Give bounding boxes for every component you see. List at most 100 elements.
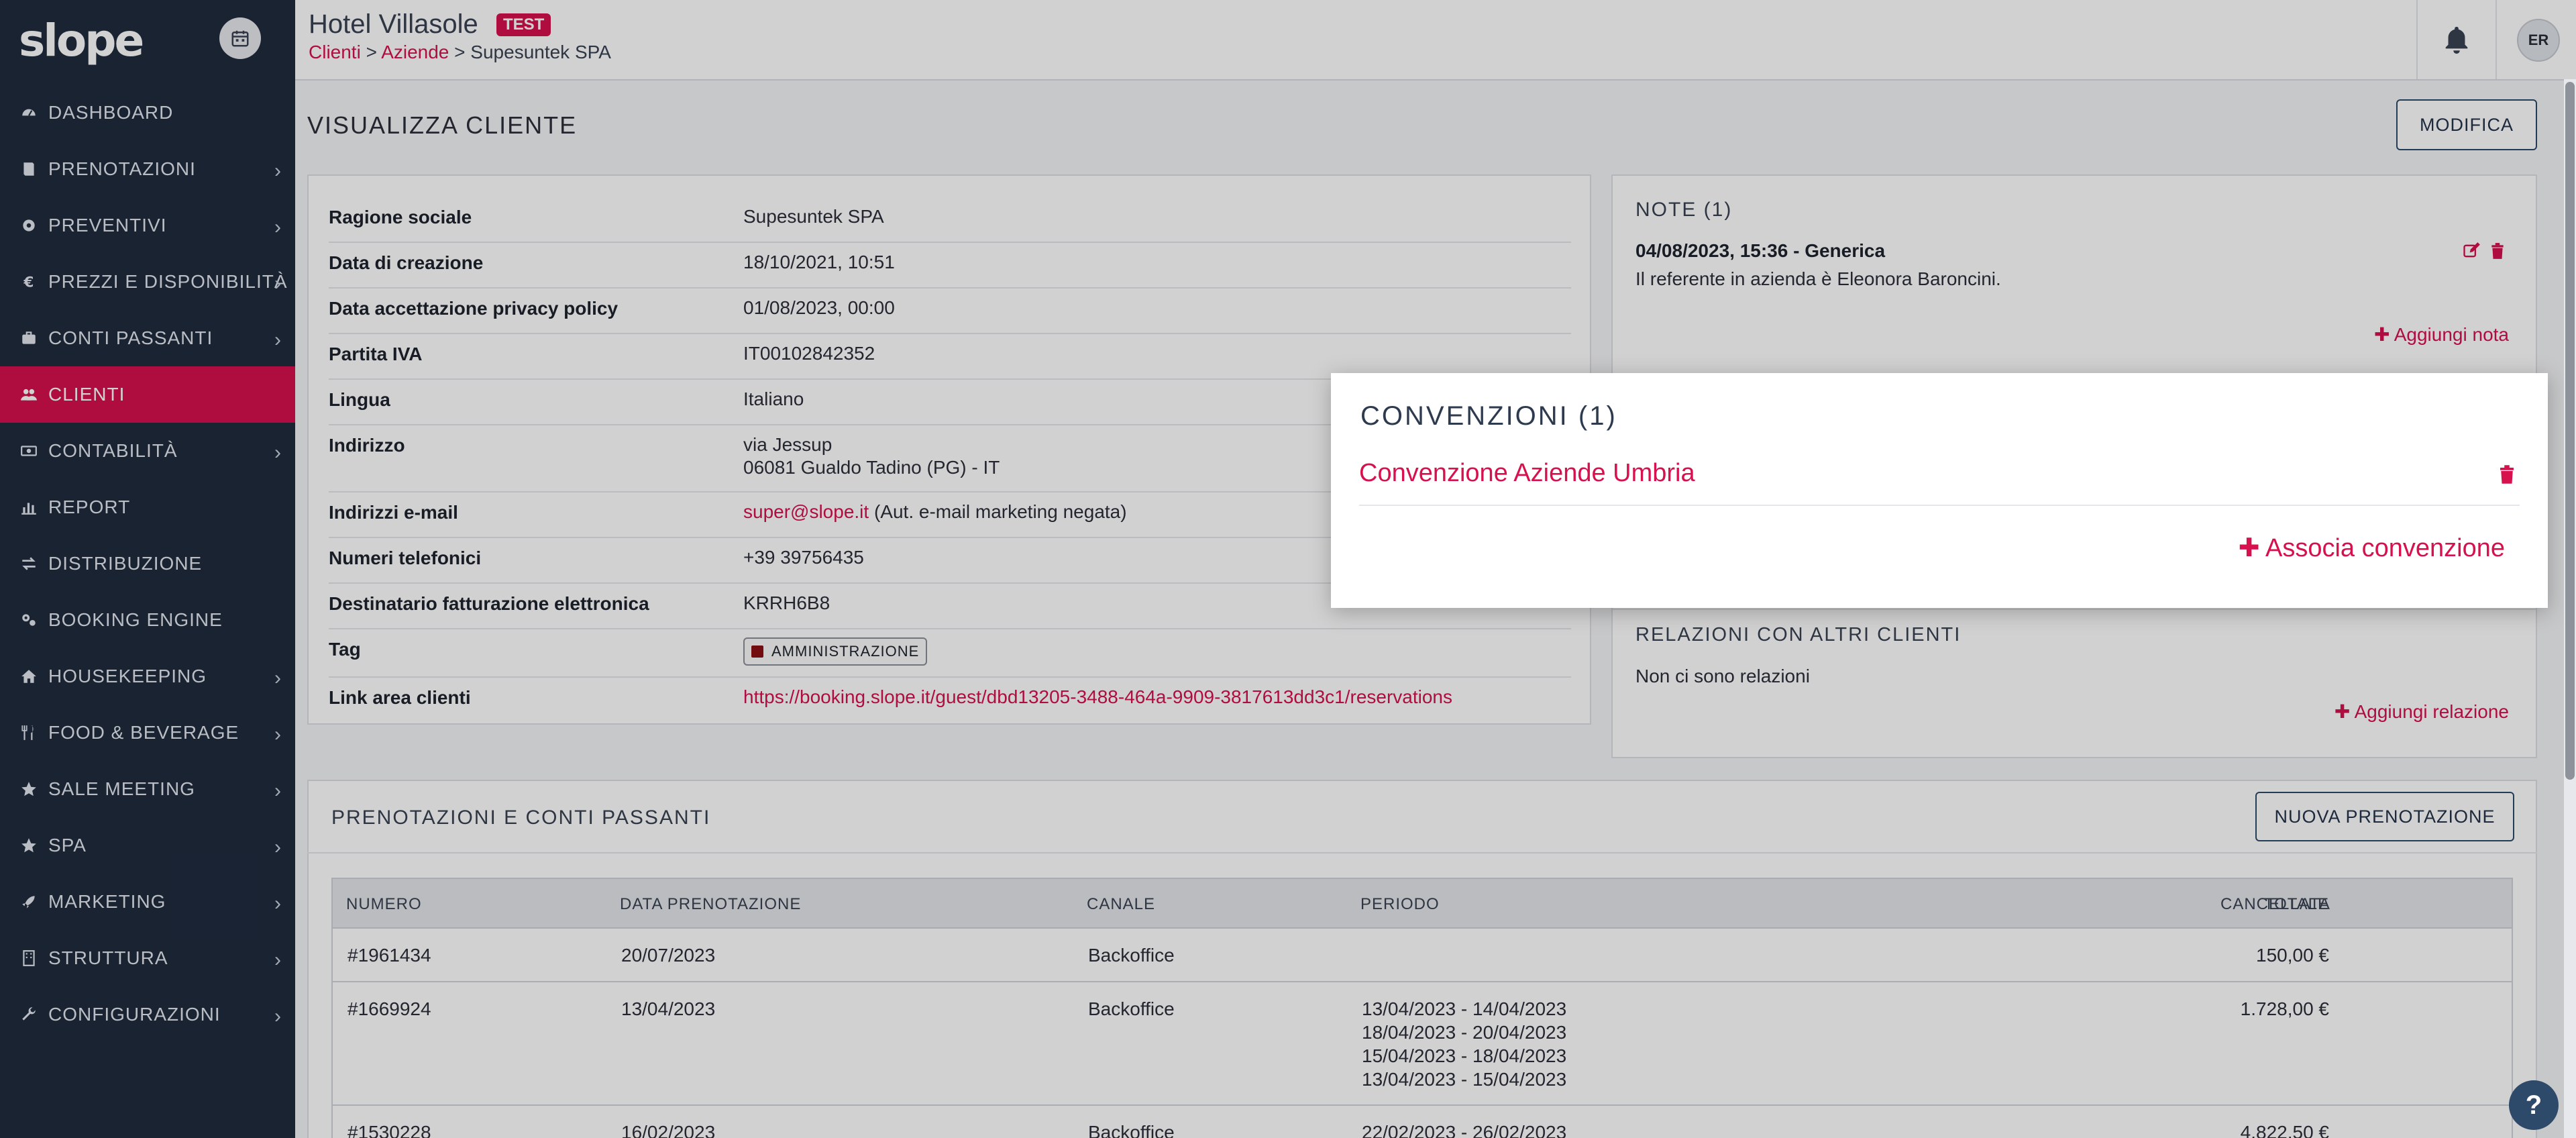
breadcrumb-aziende[interactable]: Aziende [381, 42, 449, 62]
booking-channel: Backoffice [1088, 945, 1175, 966]
add-note-label: Aggiungi nota [2394, 324, 2509, 345]
client-info-row: Data accettazione privacy policy 01/08/20… [329, 289, 1571, 334]
conventions-popover: CONVENZIONI (1) Convenzione Aziende Umbr… [1331, 373, 2548, 608]
svg-text:€: € [23, 274, 34, 291]
sidebar-item-food-beverage[interactable]: FOOD & BEVERAGE › [0, 705, 295, 761]
client-info-label: Partita IVA [329, 344, 423, 364]
sidebar-item-clienti[interactable]: CLIENTI [0, 366, 295, 423]
booking-number-link[interactable]: #1669924 [347, 997, 431, 1021]
booking-period: 18/04/2023 - 20/04/2023 [1362, 1022, 1567, 1043]
new-booking-button[interactable]: NUOVA PRENOTAZIONE [2255, 792, 2514, 841]
add-note-link[interactable]: ✚ Aggiungi nota [2374, 323, 2509, 346]
col-data-prenotazione[interactable]: DATA PRENOTAZIONE [620, 895, 801, 914]
sidebar: slope DASHBOARD PRENOTAZIONI › PREVENTIVI › €… [0, 0, 295, 1138]
sidebar-item-prenotazioni[interactable]: PRENOTAZIONI › [0, 141, 295, 197]
slope-logo[interactable]: slope [19, 15, 144, 66]
sidebar-item-booking-engine[interactable]: BOOKING ENGINE [0, 592, 295, 648]
scrollbar-thumb[interactable] [2565, 82, 2575, 780]
add-convention-link[interactable]: ✚ Associa convenzione [2239, 533, 2505, 563]
client-info-value: 18/10/2021, 10:51 [743, 252, 895, 272]
sidebar-item-dashboard[interactable]: DASHBOARD [0, 85, 295, 141]
user-avatar[interactable]: ER [2517, 19, 2560, 62]
help-button[interactable]: ? [2509, 1080, 2559, 1130]
convention-link[interactable]: Convenzione Aziende Umbria [1359, 459, 1695, 488]
breadcrumb-clienti[interactable]: Clienti [309, 42, 361, 62]
sidebar-item-struttura[interactable]: STRUTTURA › [0, 930, 295, 986]
sidebar-item-prezzi-e-disponibilit[interactable]: € PREZZI E DISPONIBILITÀ › [0, 254, 295, 310]
client-info-label: Indirizzi e-mail [329, 502, 458, 523]
client-info-row: Tag AMMINISTRAZIONE [329, 629, 1571, 678]
client-info-value: +39 39756435 [743, 547, 864, 568]
logo-row: slope [0, 0, 295, 81]
chevron-right-icon: › [274, 442, 282, 464]
bar-chart-icon [19, 497, 39, 517]
sidebar-item-preventivi[interactable]: PREVENTIVI › [0, 197, 295, 254]
booking-total: 150,00 € [2256, 945, 2329, 966]
sidebar-item-sale-meeting[interactable]: SALE MEETING › [0, 761, 295, 817]
email-link[interactable]: super@slope.it [743, 501, 869, 522]
chevron-right-icon: › [274, 723, 282, 745]
bell-icon [2445, 26, 2468, 54]
booking-date: 20/07/2023 [621, 945, 716, 966]
chevron-right-icon: › [274, 329, 282, 351]
note-text: Il referente in azienda è Eleonora Baron… [1635, 268, 2001, 289]
exchange-icon [19, 554, 39, 574]
tag-color-swatch [751, 645, 763, 658]
sidebar-item-spa[interactable]: SPA › [0, 817, 295, 874]
table-row: #1669924 13/04/2023 Backoffice 1.728,00 € 13… [331, 982, 2513, 1106]
home-icon [19, 666, 39, 686]
sidebar-item-configurazioni[interactable]: CONFIGURAZIONI › [0, 986, 295, 1043]
booking-number-link[interactable]: #1961434 [347, 943, 431, 967]
chevron-right-icon: › [274, 892, 282, 915]
col-cancellata[interactable]: CANCELLATA [2220, 895, 2330, 914]
sidebar-item-label: SALE MEETING [48, 778, 195, 799]
client-info-label: Link area clienti [329, 687, 471, 708]
client-info-label: Data accettazione privacy policy [329, 298, 619, 319]
chevron-right-icon: › [274, 949, 282, 971]
breadcrumb-current: Supesuntek SPA [470, 42, 611, 62]
booking-total: 4.822,50 € [2240, 1122, 2329, 1138]
sidebar-item-report[interactable]: REPORT [0, 479, 295, 535]
col-periodo[interactable]: PERIODO [1360, 895, 1440, 914]
booking-periods: 13/04/2023 - 14/04/2023 18/04/2023 - 20/0… [1362, 997, 1566, 1091]
edit-button[interactable]: MODIFICA [2396, 99, 2537, 150]
sidebar-item-marketing[interactable]: MARKETING › [0, 874, 295, 930]
chevron-right-icon: › [274, 780, 282, 802]
sidebar-item-conti-passanti[interactable]: CONTI PASSANTI › [0, 310, 295, 366]
client-email: super@slope.it (Aut. e-mail marketing ne… [743, 501, 1127, 523]
col-canale[interactable]: CANALE [1087, 895, 1155, 914]
sidebar-item-distribuzione[interactable]: DISTRIBUZIONE [0, 535, 295, 592]
sidebar-item-label: BOOKING ENGINE [48, 609, 223, 630]
notifications-button[interactable] [2416, 0, 2497, 79]
divider [1359, 505, 2520, 506]
client-info-row: Link area clienti https://booking.slope.i… [329, 678, 1571, 723]
delete-note-button[interactable] [2489, 242, 2506, 264]
booking-date: 13/04/2023 [621, 998, 716, 1019]
calendar-button[interactable] [219, 17, 261, 59]
add-relation-label: Aggiungi relazione [2354, 701, 2509, 722]
client-info-value: Italiano [743, 389, 804, 409]
client-area-url[interactable]: https://booking.slope.it/guest/dbd13205-… [743, 686, 1452, 707]
client-info-label: Indirizzo [329, 435, 405, 456]
col-numero[interactable]: NUMERO [346, 895, 422, 914]
edit-note-button[interactable] [2462, 242, 2481, 264]
add-relation-link[interactable]: ✚ Aggiungi relazione [2334, 701, 2509, 723]
divider [1613, 609, 2536, 610]
booking-number-link[interactable]: #1530228 [347, 1121, 431, 1138]
hotel-name[interactable]: Hotel Villasole [309, 9, 478, 40]
chevron-right-icon: › [274, 160, 282, 182]
sidebar-item-label: CONTABILITÀ [48, 440, 178, 461]
sidebar-item-label: SPA [48, 835, 87, 856]
sidebar-item-label: PRENOTAZIONI [48, 158, 196, 179]
sidebar-item-contabilit[interactable]: CONTABILITÀ › [0, 423, 295, 479]
booking-period: 22/02/2023 - 26/02/2023 [1362, 1122, 1567, 1138]
breadcrumb-separator: > [366, 42, 382, 62]
delete-convention-button[interactable] [2497, 463, 2517, 489]
client-area-link: https://booking.slope.it/guest/dbd13205-… [743, 686, 1452, 709]
sidebar-item-housekeeping[interactable]: HOUSEKEEPING › [0, 648, 295, 705]
building-icon [19, 948, 39, 968]
client-info-value: 01/08/2023, 00:00 [743, 297, 895, 318]
client-info-value: Supesuntek SPA [743, 206, 884, 227]
test-badge: TEST [496, 13, 551, 36]
booking-total: 1.728,00 € [2240, 998, 2329, 1019]
